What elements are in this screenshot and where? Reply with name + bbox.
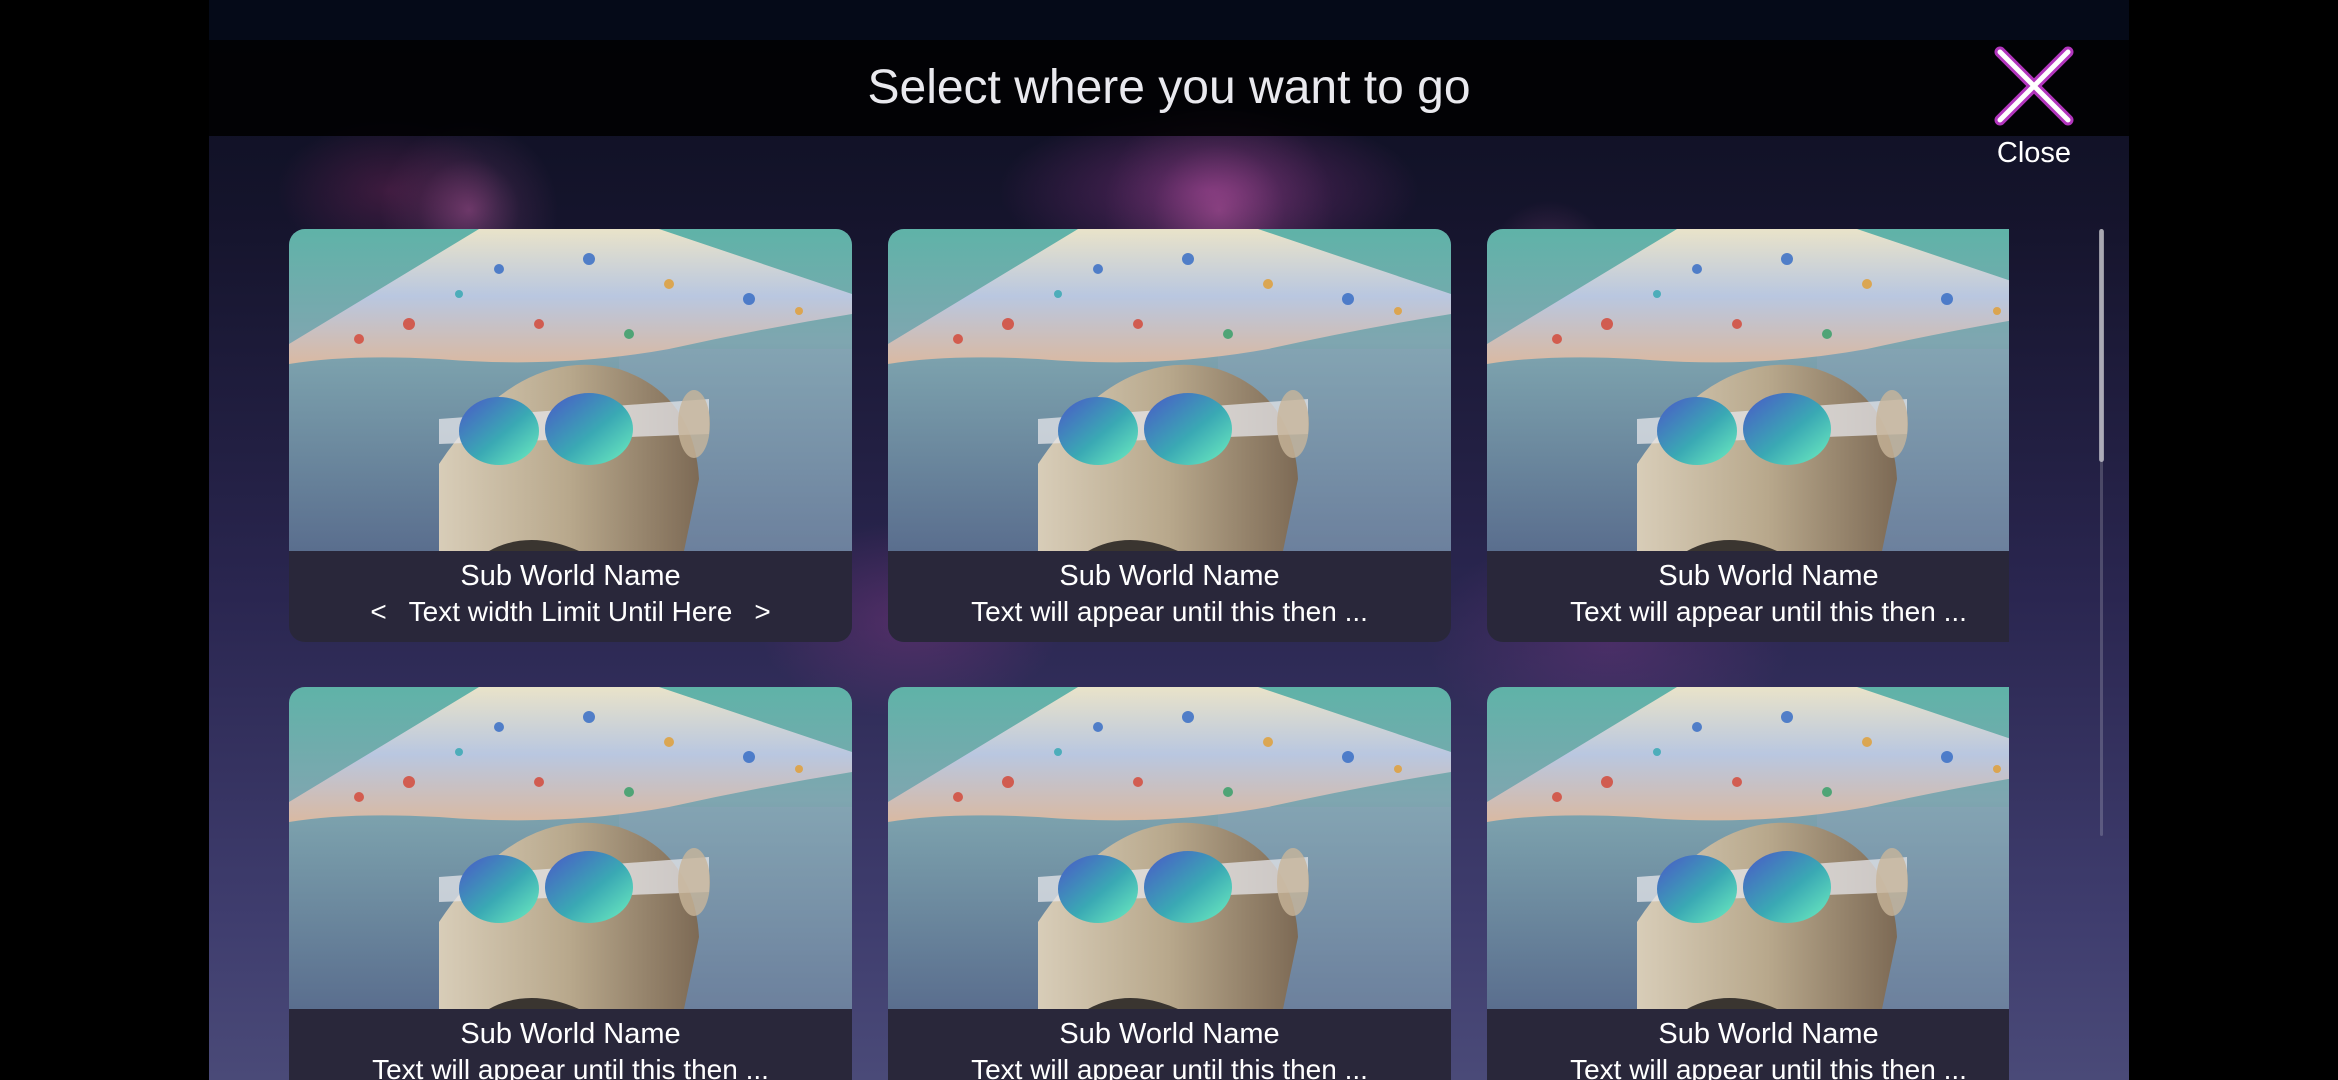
robot-conical-hat-sunglasses-image bbox=[289, 687, 852, 1009]
card-caption: Sub World Name Text will appear until th… bbox=[888, 551, 1451, 642]
robot-conical-hat-sunglasses-image bbox=[1487, 229, 2009, 551]
scrollbar-thumb[interactable] bbox=[2099, 229, 2104, 462]
sub-world-description: Text will appear until this then ... bbox=[1570, 1054, 1967, 1080]
sub-world-card[interactable]: Sub World Name Text will appear until th… bbox=[1487, 687, 2009, 1080]
sub-world-description: < Text width Limit Until Here > bbox=[299, 595, 842, 629]
card-caption: Sub World Name Text will appear until th… bbox=[888, 1009, 1451, 1080]
sub-world-description: Text will appear until this then ... bbox=[372, 1054, 769, 1080]
sub-world-card[interactable]: Sub World Name Text will appear until th… bbox=[888, 687, 1451, 1080]
sub-world-description: Text will appear until this then ... bbox=[971, 596, 1368, 627]
next-arrow-button[interactable]: > bbox=[732, 595, 792, 629]
robot-conical-hat-sunglasses-image bbox=[888, 229, 1451, 551]
top-strip bbox=[209, 0, 2129, 40]
robot-conical-hat-sunglasses-image bbox=[289, 229, 852, 551]
sub-world-card[interactable]: Sub World Name < Text width Limit Until H… bbox=[289, 229, 852, 642]
sub-world-name: Sub World Name bbox=[1658, 1018, 1879, 1050]
sub-world-name: Sub World Name bbox=[460, 560, 681, 592]
sub-world-card[interactable]: Sub World Name Text will appear until th… bbox=[1487, 229, 2009, 642]
prev-arrow-button[interactable]: < bbox=[348, 595, 408, 629]
sub-world-description: Text will appear until this then ... bbox=[971, 1054, 1368, 1080]
page-title: Select where you want to go bbox=[867, 61, 1471, 114]
close-button[interactable]: Close bbox=[1979, 44, 2089, 174]
card-caption: Sub World Name < Text width Limit Until H… bbox=[289, 551, 852, 642]
world-select-panel: Select where you want to go Close Sub Wo… bbox=[209, 0, 2129, 1080]
close-label: Close bbox=[1996, 137, 2072, 169]
sub-world-name: Sub World Name bbox=[1658, 560, 1879, 592]
sub-world-name: Sub World Name bbox=[1059, 560, 1280, 592]
card-caption: Sub World Name Text will appear until th… bbox=[1487, 1009, 2009, 1080]
sub-world-card[interactable]: Sub World Name Text will appear until th… bbox=[289, 687, 852, 1080]
sub-world-name: Sub World Name bbox=[1059, 1018, 1280, 1050]
robot-conical-hat-sunglasses-image bbox=[888, 687, 1451, 1009]
robot-conical-hat-sunglasses-image bbox=[1487, 687, 2009, 1009]
sub-world-name: Sub World Name bbox=[460, 1018, 681, 1050]
sub-world-description-text: Text width Limit Until Here bbox=[408, 596, 733, 627]
card-caption: Sub World Name Text will appear until th… bbox=[289, 1009, 852, 1080]
sub-world-card[interactable]: Sub World Name Text will appear until th… bbox=[888, 229, 1451, 642]
app-screen: Select where you want to go Close Sub Wo… bbox=[0, 0, 2338, 1080]
sub-world-description: Text will appear until this then ... bbox=[1570, 596, 1967, 627]
close-x-icon bbox=[1994, 46, 2074, 126]
card-caption: Sub World Name Text will appear until th… bbox=[1487, 551, 2009, 642]
sub-world-grid[interactable]: Sub World Name < Text width Limit Until H… bbox=[289, 229, 2009, 1080]
